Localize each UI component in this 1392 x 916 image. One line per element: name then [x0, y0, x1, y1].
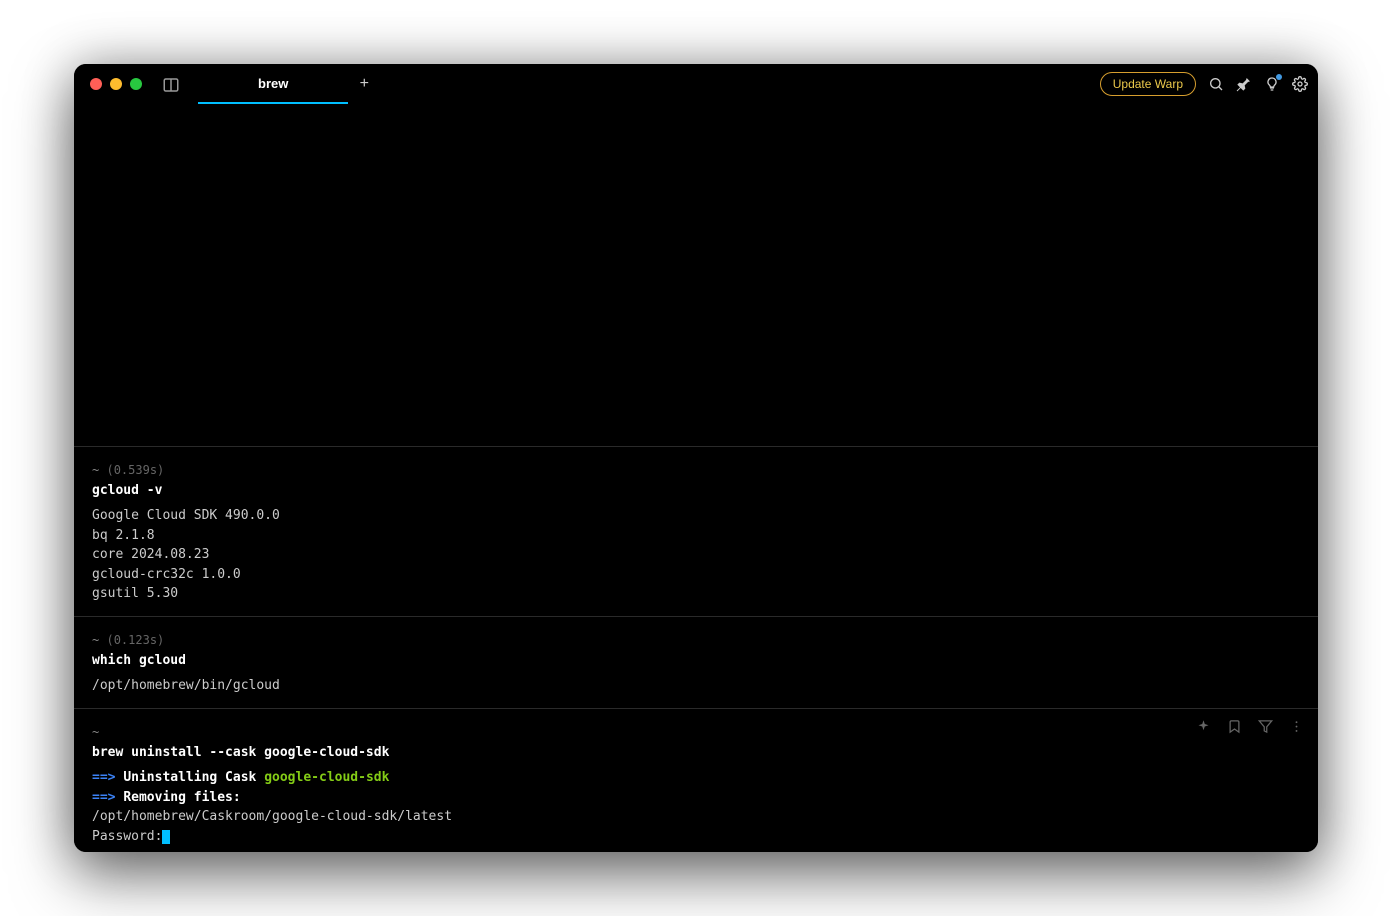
output-label: Uninstalling Cask — [123, 770, 256, 785]
terminal-window: brew + Update Warp — [74, 64, 1318, 852]
prompt-meta: ~ — [92, 723, 1300, 741]
maximize-button[interactable] — [130, 78, 142, 90]
minimize-button[interactable] — [110, 78, 122, 90]
new-tab-button[interactable]: + — [348, 64, 380, 104]
arrow-marker: ==> — [92, 790, 115, 805]
search-icon[interactable] — [1208, 76, 1224, 92]
titlebar: brew + Update Warp — [74, 64, 1318, 104]
command-output: ==> Uninstalling Cask google-cloud-sdk =… — [92, 768, 1300, 846]
more-icon[interactable] — [1289, 719, 1304, 734]
prompt-path: ~ — [92, 463, 99, 477]
empty-scrollback — [74, 104, 1318, 446]
lightbulb-icon[interactable] — [1264, 76, 1280, 92]
block-actions — [1196, 719, 1304, 734]
close-button[interactable] — [90, 78, 102, 90]
prompt-meta: ~ (0.539s) — [92, 461, 1300, 479]
tab-bar: brew + — [198, 64, 380, 104]
prompt-duration: (0.539s) — [106, 463, 164, 477]
ai-icon[interactable] — [1196, 719, 1211, 734]
bookmark-icon[interactable] — [1227, 719, 1242, 734]
cursor — [162, 830, 170, 844]
titlebar-actions: Update Warp — [1100, 72, 1308, 96]
arrow-marker: ==> — [92, 770, 115, 785]
password-prompt: Password: — [92, 829, 162, 844]
package-name: google-cloud-sdk — [264, 770, 389, 785]
command-block[interactable]: ~ (0.539s) gcloud -v Google Cloud SDK 49… — [74, 446, 1318, 616]
filter-icon[interactable] — [1258, 719, 1273, 734]
command-block[interactable]: ~ (0.123s) which gcloud /opt/homebrew/bi… — [74, 616, 1318, 708]
settings-icon[interactable] — [1292, 76, 1308, 92]
notification-dot — [1276, 74, 1282, 80]
command-text: gcloud -v — [92, 481, 1300, 501]
command-text: which gcloud — [92, 651, 1300, 671]
command-output: Google Cloud SDK 490.0.0 bq 2.1.8 core 2… — [92, 506, 1300, 604]
terminal-content[interactable]: ~ (0.539s) gcloud -v Google Cloud SDK 49… — [74, 104, 1318, 852]
command-output: /opt/homebrew/bin/gcloud — [92, 676, 1300, 696]
pin-icon[interactable] — [1236, 76, 1252, 92]
traffic-lights — [82, 78, 142, 90]
prompt-path: ~ — [92, 725, 99, 739]
tab-brew[interactable]: brew — [198, 64, 348, 104]
active-command-block[interactable]: ~ brew uninstall --cask google-cloud-sdk… — [74, 708, 1318, 853]
prompt-meta: ~ (0.123s) — [92, 631, 1300, 649]
split-pane-icon[interactable] — [162, 76, 180, 92]
update-warp-button[interactable]: Update Warp — [1100, 72, 1196, 96]
output-label: Removing files: — [123, 790, 240, 805]
prompt-path: ~ — [92, 633, 99, 647]
output-path: /opt/homebrew/Caskroom/google-cloud-sdk/… — [92, 809, 452, 824]
command-text: brew uninstall --cask google-cloud-sdk — [92, 743, 1300, 763]
prompt-duration: (0.123s) — [106, 633, 164, 647]
